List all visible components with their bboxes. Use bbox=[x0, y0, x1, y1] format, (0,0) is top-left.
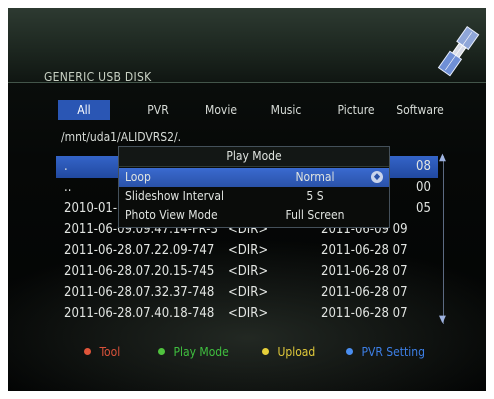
file-date: 2011-06-28 07 bbox=[321, 264, 408, 279]
tool-key[interactable]: Tool bbox=[84, 344, 120, 360]
blue-key-icon bbox=[346, 348, 353, 355]
file-date: 2011-06-28 07 bbox=[321, 306, 408, 321]
option-label: Slideshow Interval bbox=[125, 189, 225, 203]
play-mode-key[interactable]: Play Mode bbox=[158, 344, 229, 360]
file-name: 2011-06-28.07.22.09-747 bbox=[64, 243, 215, 258]
option-value[interactable]: Normal bbox=[285, 168, 345, 187]
pvr-setting-key[interactable]: PVR Setting bbox=[346, 344, 425, 360]
page-title: GENERIC USB DISK bbox=[44, 70, 152, 84]
file-date: 00 bbox=[416, 180, 431, 195]
file-type: <DIR> bbox=[228, 285, 269, 300]
option-value[interactable]: Full Screen bbox=[285, 206, 345, 225]
legend-label: PVR Setting bbox=[361, 345, 425, 359]
file-type: <DIR> bbox=[228, 243, 269, 258]
file-date: 05 bbox=[416, 201, 431, 216]
tab-music[interactable]: Music bbox=[264, 100, 308, 120]
photo-view-mode-option[interactable]: Photo View Mode Full Screen bbox=[119, 206, 389, 225]
option-value[interactable]: 5 S bbox=[285, 187, 345, 206]
yellow-key-icon bbox=[262, 348, 269, 355]
current-path: /mnt/uda1/ALIDVRS2/. bbox=[61, 130, 182, 144]
tab-software[interactable]: Software bbox=[390, 100, 450, 120]
media-browser-screen: GENERIC USB DISK All PVR Movie Music Pic… bbox=[8, 8, 486, 391]
file-name: 2010-01- bbox=[64, 201, 118, 216]
tab-all[interactable]: All bbox=[58, 100, 110, 120]
legend-label: Upload bbox=[277, 345, 316, 359]
file-row[interactable]: 2011-06-28.07.20.15-745 <DIR> 2011-06-28… bbox=[56, 261, 438, 283]
file-type: <DIR> bbox=[228, 264, 269, 279]
color-key-legend: Tool Play Mode Upload PVR Setting bbox=[8, 344, 486, 364]
slideshow-interval-option[interactable]: Slideshow Interval 5 S bbox=[119, 187, 389, 206]
arrows-icon: ◆ bbox=[371, 171, 383, 183]
scroll-down-icon[interactable]: ▼ bbox=[439, 314, 446, 325]
tab-movie[interactable]: Movie bbox=[198, 100, 244, 120]
file-date: 2011-06-28 07 bbox=[321, 285, 408, 300]
file-name: .. bbox=[64, 180, 72, 195]
legend-label: Tool bbox=[99, 345, 121, 359]
file-name: 2011-06-28.07.32.37-748 bbox=[64, 285, 215, 300]
loop-option[interactable]: Loop Normal ◆ bbox=[119, 168, 389, 187]
upload-key[interactable]: Upload bbox=[262, 344, 315, 360]
file-row[interactable]: 2011-06-28.07.22.09-747 <DIR> 2011-06-28… bbox=[56, 240, 438, 262]
tab-picture[interactable]: Picture bbox=[330, 100, 382, 120]
satellite-icon bbox=[437, 25, 480, 77]
file-type: <DIR> bbox=[228, 306, 269, 321]
legend-label: Play Mode bbox=[173, 345, 229, 359]
list-scrollbar[interactable]: ▲ ▼ bbox=[439, 152, 452, 325]
play-mode-dialog: Play Mode Loop Normal ◆ Slideshow Interv… bbox=[118, 146, 390, 228]
file-name: . bbox=[64, 159, 68, 174]
option-label: Photo View Mode bbox=[125, 208, 218, 222]
dialog-title: Play Mode bbox=[119, 147, 389, 167]
file-name: 2011-06-28.07.20.15-745 bbox=[64, 264, 215, 279]
file-date: 2011-06-28 07 bbox=[321, 243, 408, 258]
option-label: Loop bbox=[125, 170, 151, 184]
scroll-up-icon[interactable]: ▲ bbox=[439, 152, 446, 163]
file-row[interactable]: 2011-06-28.07.32.37-748 <DIR> 2011-06-28… bbox=[56, 282, 438, 304]
file-row[interactable]: 2011-06-28.07.40.18-748 <DIR> 2011-06-28… bbox=[56, 303, 438, 325]
green-key-icon bbox=[158, 348, 165, 355]
red-key-icon bbox=[84, 348, 91, 355]
file-name: 2011-06-28.07.40.18-748 bbox=[64, 306, 215, 321]
tab-pvr[interactable]: PVR bbox=[138, 100, 178, 120]
file-date: 08 bbox=[416, 159, 431, 174]
